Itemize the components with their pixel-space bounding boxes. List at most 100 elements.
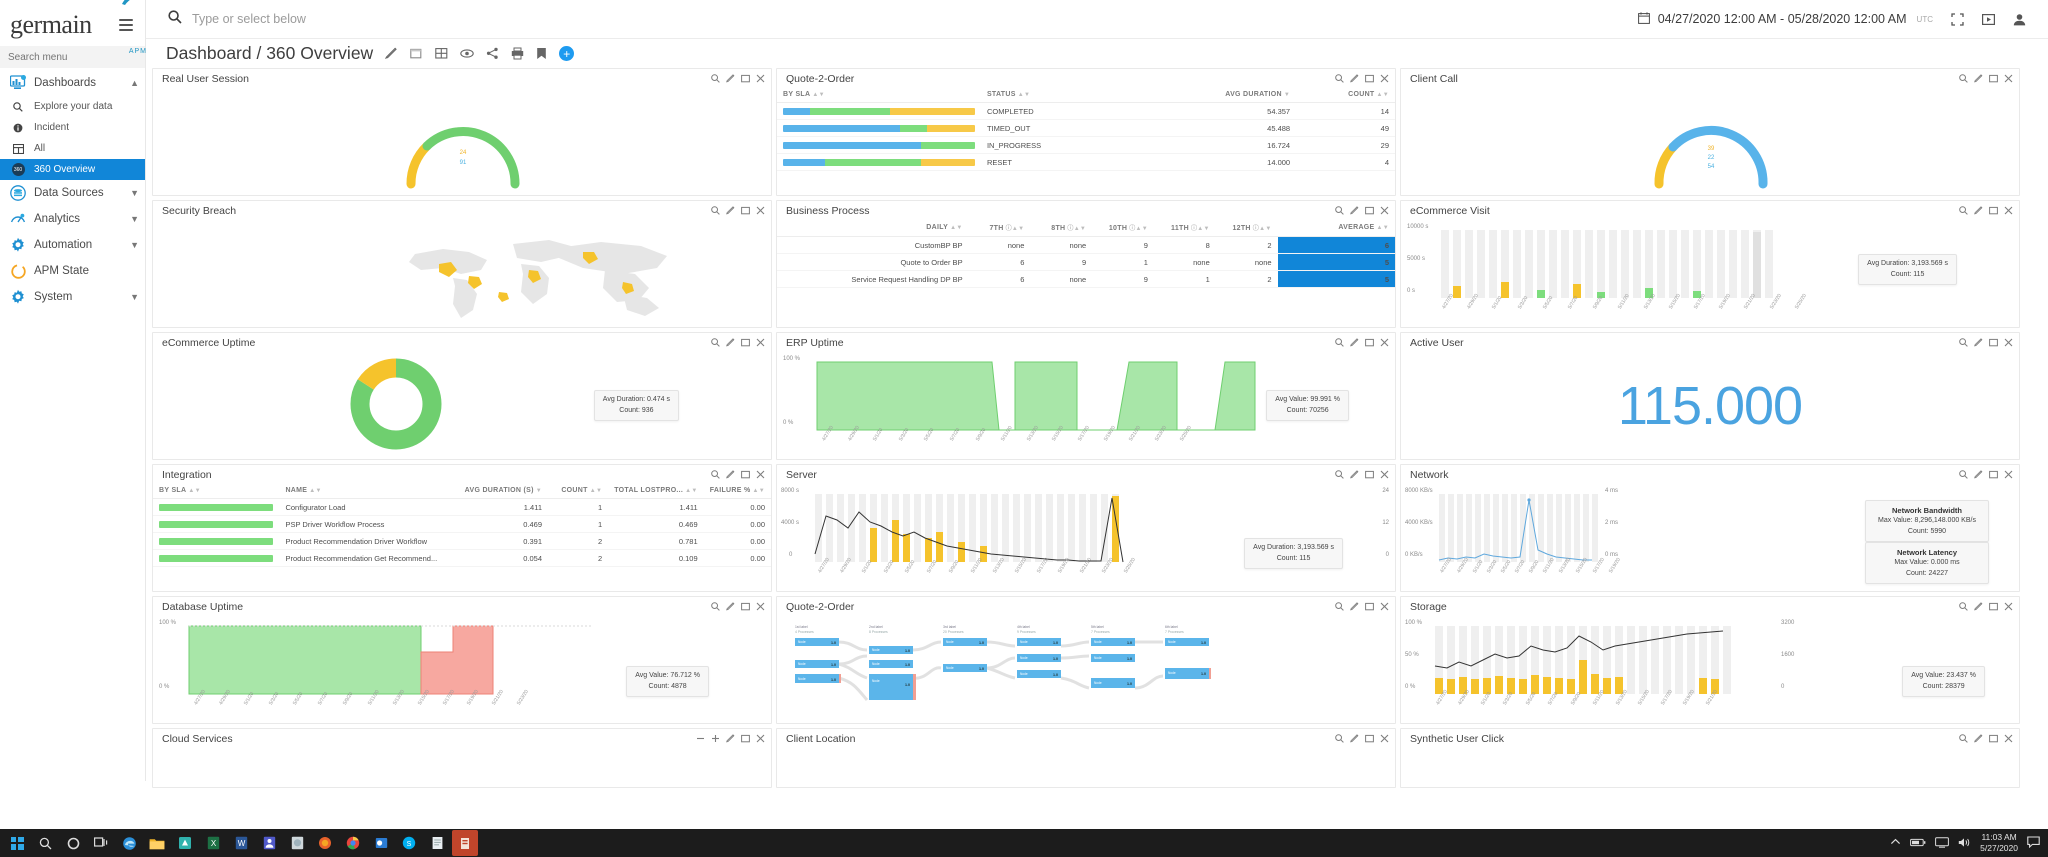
col-by-sla[interactable]: BY SLA ▲▼ [777, 88, 981, 103]
zoom-icon[interactable] [1959, 470, 1968, 479]
share-icon[interactable] [486, 47, 499, 60]
close-icon[interactable] [1380, 206, 1389, 215]
close-icon[interactable] [2004, 602, 2013, 611]
close-icon[interactable] [756, 74, 765, 83]
edit-icon[interactable] [1350, 470, 1359, 479]
maximize-icon[interactable] [1989, 206, 1998, 215]
edit-icon[interactable] [726, 602, 735, 611]
teams-icon[interactable] [256, 830, 282, 856]
zoom-icon[interactable] [1335, 74, 1344, 83]
taskbar-clock[interactable]: 11:03 AM 5/27/2020 [1980, 832, 2018, 853]
col-count[interactable]: COUNT ▲▼ [1296, 88, 1395, 103]
outlook-icon[interactable] [368, 830, 394, 856]
close-icon[interactable] [1380, 470, 1389, 479]
edit-icon[interactable] [1350, 734, 1359, 743]
sidebar-item-automation[interactable]: Automation ▼ [0, 232, 145, 258]
date-range-picker[interactable]: 04/27/2020 12:00 AM - 05/28/2020 12:00 A… [1637, 11, 1933, 27]
menu-toggle-button[interactable] [119, 19, 137, 31]
minus-icon[interactable] [696, 734, 705, 743]
fullscreen-icon[interactable] [1951, 12, 1964, 26]
col-12th[interactable]: 12TH ⓘ▲▼ [1215, 220, 1278, 237]
maximize-icon[interactable] [1989, 74, 1998, 83]
close-icon[interactable] [2004, 206, 2013, 215]
maximize-icon[interactable] [1989, 470, 1998, 479]
edit-icon[interactable] [1974, 206, 1983, 215]
col-failure-pct[interactable]: FAILURE % ▲▼ [703, 484, 771, 499]
sidebar-item-apm-state[interactable]: APM State [0, 258, 145, 284]
print-icon[interactable] [511, 47, 524, 60]
sidebar-item-data-sources[interactable]: Data Sources ▼ [0, 180, 145, 206]
edit-icon[interactable] [1974, 470, 1983, 479]
edit-icon[interactable] [1350, 602, 1359, 611]
sidebar-search-input[interactable] [0, 46, 145, 68]
col-avg-duration[interactable]: AVG DURATION ▼ [1147, 88, 1297, 103]
close-icon[interactable] [756, 470, 765, 479]
edit-icon[interactable] [726, 74, 735, 83]
zoom-icon[interactable] [711, 74, 720, 83]
edit-icon[interactable] [726, 338, 735, 347]
search-icon[interactable] [32, 830, 58, 856]
powerpoint-icon[interactable] [284, 830, 310, 856]
edit-icon[interactable] [1350, 74, 1359, 83]
zoom-icon[interactable] [711, 206, 720, 215]
zoom-icon[interactable] [1959, 602, 1968, 611]
add-icon[interactable]: + [559, 46, 575, 61]
monitor-icon[interactable] [1935, 836, 1950, 850]
play-icon[interactable] [1982, 13, 1995, 26]
maximize-icon[interactable] [741, 206, 750, 215]
notepad-icon[interactable] [424, 830, 450, 856]
close-icon[interactable] [2004, 470, 2013, 479]
sidebar-item-360-overview[interactable]: 360 360 Overview [0, 159, 145, 180]
zoom-icon[interactable] [711, 338, 720, 347]
close-icon[interactable] [2004, 338, 2013, 347]
cortana-icon[interactable] [60, 830, 86, 856]
col-avg-duration[interactable]: AVG DURATION (S) ▼ [445, 484, 548, 499]
edit-icon[interactable] [1974, 602, 1983, 611]
col-11th[interactable]: 11TH ⓘ▲▼ [1153, 220, 1216, 237]
folder-icon[interactable] [144, 830, 170, 856]
bookmark-icon[interactable] [536, 47, 547, 60]
zoom-icon[interactable] [1959, 74, 1968, 83]
close-icon[interactable] [1380, 602, 1389, 611]
zoom-icon[interactable] [711, 602, 720, 611]
brand-logo[interactable]: germain APM [0, 0, 146, 55]
maximize-icon[interactable] [1365, 602, 1374, 611]
sidebar-item-analytics[interactable]: Analytics ▼ [0, 206, 145, 232]
col-total-lostpro[interactable]: TOTAL LOSTPRO... ▲▼ [608, 484, 704, 499]
maximize-icon[interactable] [741, 338, 750, 347]
volume-icon[interactable] [1958, 837, 1971, 850]
close-icon[interactable] [1380, 338, 1389, 347]
eye-icon[interactable] [460, 47, 474, 60]
sidebar-item-incident[interactable]: Incident [0, 117, 145, 138]
edit-icon[interactable] [1974, 734, 1983, 743]
edit-icon[interactable] [726, 206, 735, 215]
col-average[interactable]: AVERAGE ▲▼ [1277, 220, 1395, 237]
excel-icon[interactable]: X [200, 830, 226, 856]
edit-icon[interactable] [1974, 338, 1983, 347]
word-icon[interactable]: W [228, 830, 254, 856]
edit-icon[interactable] [1350, 206, 1359, 215]
zoom-icon[interactable] [1335, 602, 1344, 611]
col-10th[interactable]: 10TH ⓘ▲▼ [1092, 220, 1154, 237]
duplicate-icon[interactable] [410, 47, 423, 60]
edit-icon[interactable] [726, 734, 735, 743]
col-status[interactable]: STATUS ▲▼ [980, 88, 1148, 103]
zoom-icon[interactable] [1959, 338, 1968, 347]
col-8th[interactable]: 8TH ⓘ▲▼ [1030, 220, 1093, 237]
close-icon[interactable] [756, 602, 765, 611]
maximize-icon[interactable] [1365, 470, 1374, 479]
maximize-icon[interactable] [1989, 734, 1998, 743]
edit-icon[interactable] [1974, 74, 1983, 83]
firefox-icon[interactable] [312, 830, 338, 856]
close-icon[interactable] [756, 734, 765, 743]
close-icon[interactable] [1380, 734, 1389, 743]
edge-icon[interactable] [116, 830, 142, 856]
col-count[interactable]: COUNT ▲▼ [548, 484, 609, 499]
col-name[interactable]: NAME ▲▼ [279, 484, 446, 499]
close-icon[interactable] [756, 338, 765, 347]
close-icon[interactable] [756, 206, 765, 215]
app-icon[interactable] [452, 830, 478, 856]
maximize-icon[interactable] [1365, 206, 1374, 215]
zoom-icon[interactable] [1959, 734, 1968, 743]
close-icon[interactable] [2004, 734, 2013, 743]
